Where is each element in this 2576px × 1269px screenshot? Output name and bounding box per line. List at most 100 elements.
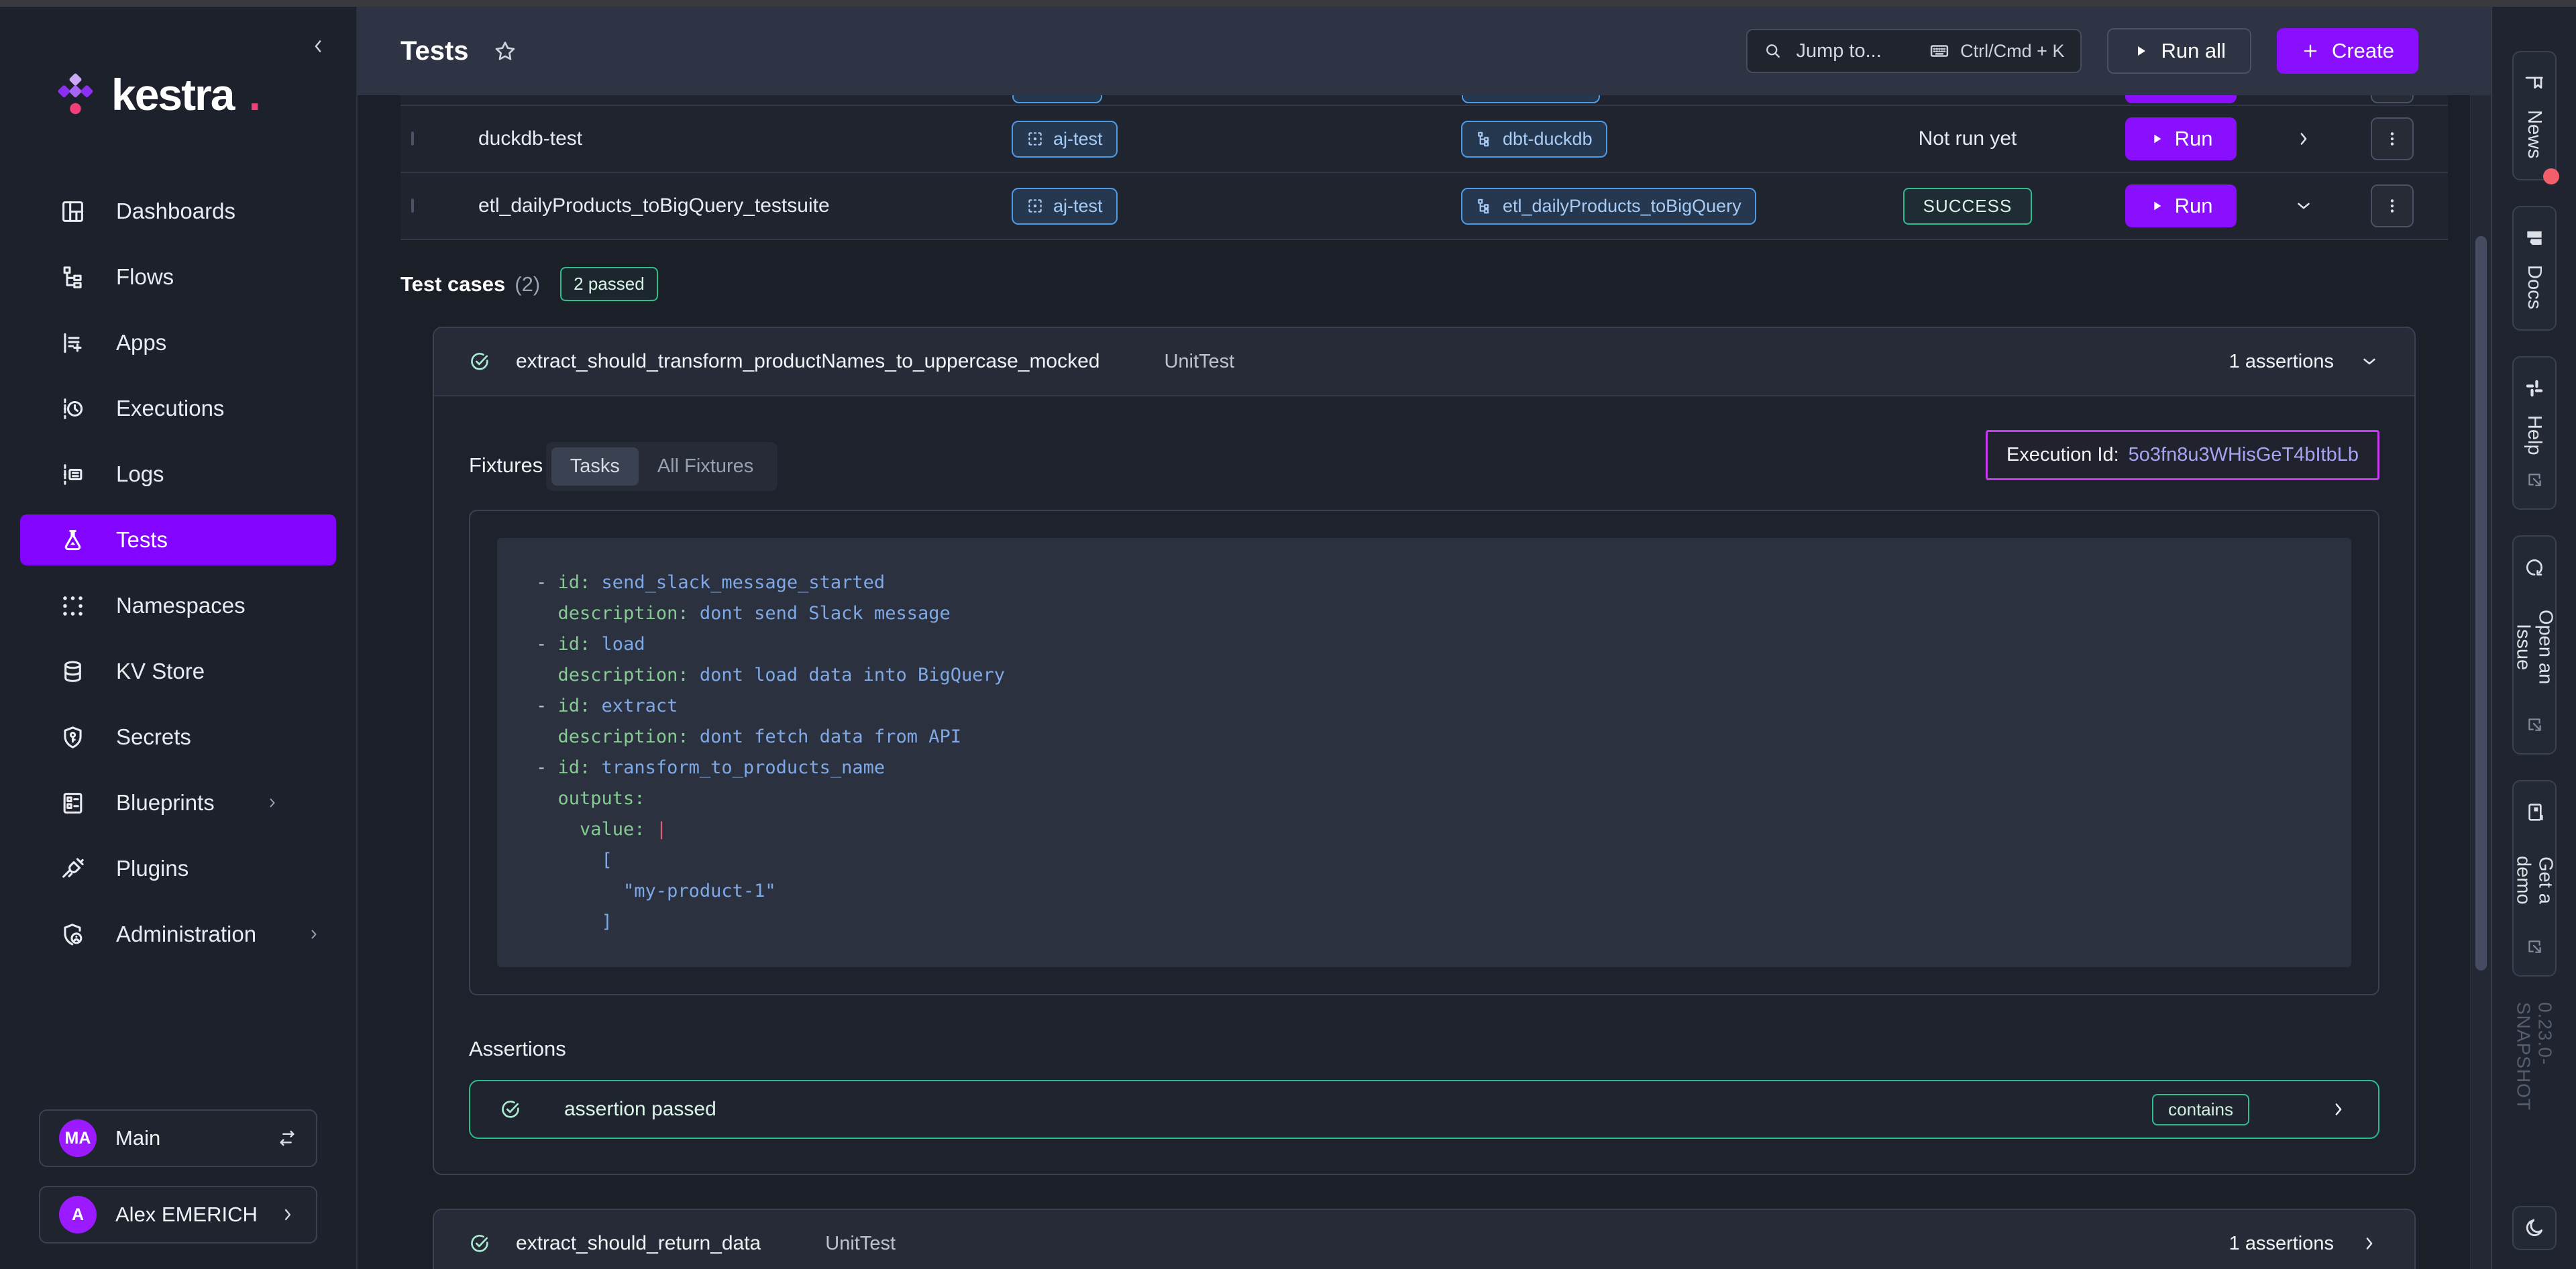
shield-account-icon [60,922,85,947]
row-menu-button[interactable] [2371,184,2414,227]
assertion-operator-badge: contains [2152,1094,2249,1125]
kestra-logo-mark-icon [55,71,97,117]
namespace-badge-label: aj-test [1053,129,1103,150]
check-circle-icon [469,1233,490,1254]
test-case-card: extract_should_transform_productNames_to… [433,327,2416,1175]
news-button[interactable]: News [2512,51,2557,180]
scrollbar-thumb[interactable] [2475,236,2487,971]
status-text: Not run yet [1919,127,2017,150]
sidebar-item-administration[interactable]: Administration [20,909,336,960]
chevron-right-icon[interactable] [2328,1099,2349,1119]
sidebar-item-secrets[interactable]: Secrets [20,712,336,763]
yaml-code[interactable]: - id: send_slack_message_started descrip… [497,538,2351,967]
scrollbar-track[interactable] [2470,95,2491,1269]
get-demo-button[interactable]: Get a demo [2512,780,2557,977]
test-case-type: UnitTest [825,1233,896,1255]
version-label: 0.23.0-SNAPSHOT [2513,1002,2556,1155]
blueprint-icon [60,791,85,816]
play-icon [2149,199,2164,213]
clipped-run-button [2125,95,2237,103]
help-button[interactable]: Help [2512,356,2557,510]
create-button[interactable]: Create [2277,28,2418,74]
flow-badge-label: etl_dailyProducts_toBigQuery [1503,196,1741,217]
docs-button[interactable]: Docs [2512,206,2557,331]
run-button[interactable]: Run [2125,117,2237,160]
dots-grid-icon [60,594,85,618]
test-name[interactable]: duckdb-test [478,127,1012,150]
file-tree-icon [60,265,85,290]
run-button[interactable]: Run [2125,184,2237,227]
namespace-badge[interactable]: aj-test [1012,188,1118,225]
namespace-badge[interactable]: aj-test [1012,121,1118,158]
test-case-header[interactable]: extract_should_transform_productNames_to… [434,328,2414,395]
row-expand-toggle[interactable] [2237,196,2371,216]
kebab-menu-icon [2383,130,2401,148]
test-case-header[interactable]: extract_should_return_data UnitTest 1 as… [434,1210,2414,1269]
test-cases-title: Test cases [400,272,505,296]
row-expand-toggle[interactable] [2237,129,2371,149]
test-name[interactable]: etl_dailyProducts_toBigQuery_testsuite [478,195,1012,217]
search-placeholder: Jump to... [1796,40,1881,62]
kestra-logo-dot: . [249,72,261,117]
row-checkbox[interactable] [411,131,414,146]
sidebar-item-namespaces[interactable]: Namespaces [20,580,336,631]
tenant-selector[interactable]: MA Main [39,1109,317,1167]
test-case-name: extract_should_return_data [516,1232,761,1255]
external-link-icon [2526,938,2543,955]
fixtures-label: Fixtures [469,453,543,477]
test-cases-count: (2) [515,272,540,296]
jump-to-search-input[interactable]: Jump to... Ctrl/Cmd + K [1746,29,2082,73]
status-badge: SUCCESS [1903,188,2033,225]
flow-badge[interactable]: etl_dailyProducts_toBigQuery [1461,188,1756,225]
sidebar-item-label: Apps [116,330,166,355]
window-top-strip [0,0,2576,7]
notification-dot [2543,168,2559,184]
help-label: Help [2523,415,2545,455]
row-menu-button[interactable] [2371,117,2414,160]
sidebar-item-label: Executions [116,396,224,421]
chevron-right-icon [278,1205,297,1224]
sidebar-item-apps[interactable]: Apps [20,317,336,368]
chevron-right-icon[interactable] [2359,1233,2379,1254]
play-icon [2149,131,2164,146]
sidebar-item-kv-store[interactable]: KV Store [20,646,336,697]
sidebar-item-blueprints[interactable]: Blueprints [20,777,336,828]
sidebar-item-label: Plugins [116,856,189,881]
sidebar-item-tests[interactable]: Tests [20,514,336,565]
list-plus-icon [60,331,85,355]
kestra-logo[interactable]: kestra. [55,71,356,117]
sidebar-collapse-button[interactable] [308,36,328,56]
sidebar-item-logs[interactable]: Logs [20,449,336,500]
test-cases-header: Test cases (2) 2 passed [400,267,2448,301]
row-checkbox[interactable] [411,199,414,213]
open-issue-button[interactable]: Open an Issue [2512,535,2557,754]
assertions-label: Assertions [469,1037,2379,1061]
sidebar-item-plugins[interactable]: Plugins [20,843,336,894]
chevron-down-icon[interactable] [2359,351,2379,372]
clipped-kebab-button [2371,95,2414,103]
moon-icon [2523,1217,2546,1239]
sidebar-item-label: Administration [116,922,256,947]
sidebar-item-executions[interactable]: Executions [20,383,336,434]
theme-toggle-button[interactable] [2512,1206,2557,1250]
chevron-right-icon [306,926,322,942]
user-menu[interactable]: A Alex EMERICH [39,1186,317,1244]
kestra-logo-text: kestra [111,72,234,117]
execution-id-link[interactable]: 5o3fn8u3WHisGeT4bItbLb [2129,444,2359,466]
database-icon [60,659,85,684]
sidebar-item-flows[interactable]: Flows [20,252,336,302]
right-rail: News Docs Help Open an Issue Get a demo … [2491,7,2576,1269]
passed-badge: 2 passed [560,267,658,301]
check-circle-icon [500,1099,521,1120]
tab-tasks[interactable]: Tasks [551,447,639,486]
sidebar-item-dashboards[interactable]: Dashboards [20,186,336,237]
flow-badge[interactable]: dbt-duckdb [1461,121,1607,158]
favorite-star-icon[interactable] [494,40,516,62]
user-avatar: A [59,1196,97,1233]
run-all-button[interactable]: Run all [2107,28,2251,74]
test-case-card: extract_should_return_data UnitTest 1 as… [433,1209,2416,1269]
sidebar-nav: Dashboards Flows Apps Executions Logs Te… [0,178,356,967]
create-label: Create [2332,39,2394,63]
slack-icon [2524,378,2545,399]
tab-all-fixtures[interactable]: All Fixtures [639,447,772,486]
